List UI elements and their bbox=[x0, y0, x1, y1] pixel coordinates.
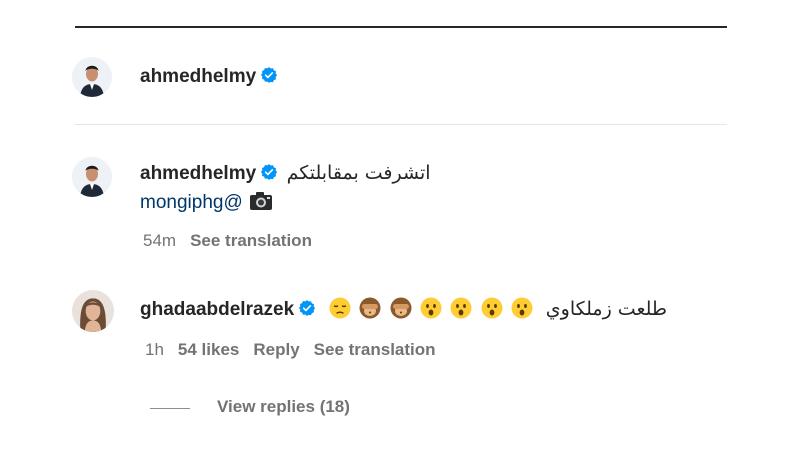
comment-1-line: ahmedhelmy اتشرفت بمقابلتكم bbox=[140, 162, 431, 185]
comment-1-meta: 54m See translation bbox=[143, 231, 326, 251]
comment-1-username[interactable]: ahmedhelmy bbox=[140, 163, 256, 184]
verified-badge-icon bbox=[260, 163, 278, 181]
mention-link[interactable]: mongiphg@ bbox=[140, 192, 243, 213]
verified-badge-icon bbox=[260, 66, 278, 84]
see-no-evil-monkey-icon bbox=[390, 297, 412, 319]
pensive-face-icon bbox=[329, 297, 351, 319]
comment-1-line-2: mongiphg@ bbox=[140, 191, 273, 214]
comment-2-text: طلعت زملكاوي bbox=[545, 298, 668, 320]
camera-icon bbox=[249, 191, 273, 211]
post-header-author: ahmedhelmy bbox=[140, 66, 278, 88]
view-replies-button[interactable]: View replies (18) bbox=[217, 397, 350, 417]
astonished-face-icon bbox=[511, 297, 533, 319]
verified-badge-icon bbox=[298, 299, 316, 317]
avatar-ghadaabdelrazek[interactable] bbox=[72, 290, 114, 332]
avatar-man-icon bbox=[72, 57, 112, 97]
avatar-man-icon bbox=[72, 157, 112, 197]
astonished-face-icon bbox=[450, 297, 472, 319]
comment-1-text: اتشرفت بمقابلتكم bbox=[286, 162, 431, 184]
replies-indent-line bbox=[150, 408, 190, 409]
avatar-ahmedhelmy-header[interactable] bbox=[72, 57, 112, 97]
top-divider bbox=[75, 26, 727, 28]
comment-2-username[interactable]: ghadaabdelrazek bbox=[140, 299, 294, 320]
avatar-woman-icon bbox=[72, 290, 114, 332]
comment-2-time: 1h bbox=[145, 340, 164, 359]
comment-2-line: ghadaabdelrazek طلعت زملكاوي bbox=[140, 297, 667, 321]
astonished-face-icon bbox=[420, 297, 442, 319]
comment-2-meta: 1h 54 likes Reply See translation bbox=[145, 340, 450, 360]
header-divider bbox=[75, 124, 727, 125]
reply-button[interactable]: Reply bbox=[253, 340, 299, 359]
comment-1-time: 54m bbox=[143, 231, 177, 250]
astonished-face-icon bbox=[481, 297, 503, 319]
avatar-ahmedhelmy[interactable] bbox=[72, 157, 112, 197]
likes-count-button[interactable]: 54 likes bbox=[178, 340, 239, 359]
username[interactable]: ahmedhelmy bbox=[140, 66, 256, 87]
emoji-group bbox=[329, 297, 542, 319]
see-translation-button[interactable]: See translation bbox=[314, 340, 436, 359]
see-translation-button[interactable]: See translation bbox=[190, 231, 312, 250]
see-no-evil-monkey-icon bbox=[359, 297, 381, 319]
